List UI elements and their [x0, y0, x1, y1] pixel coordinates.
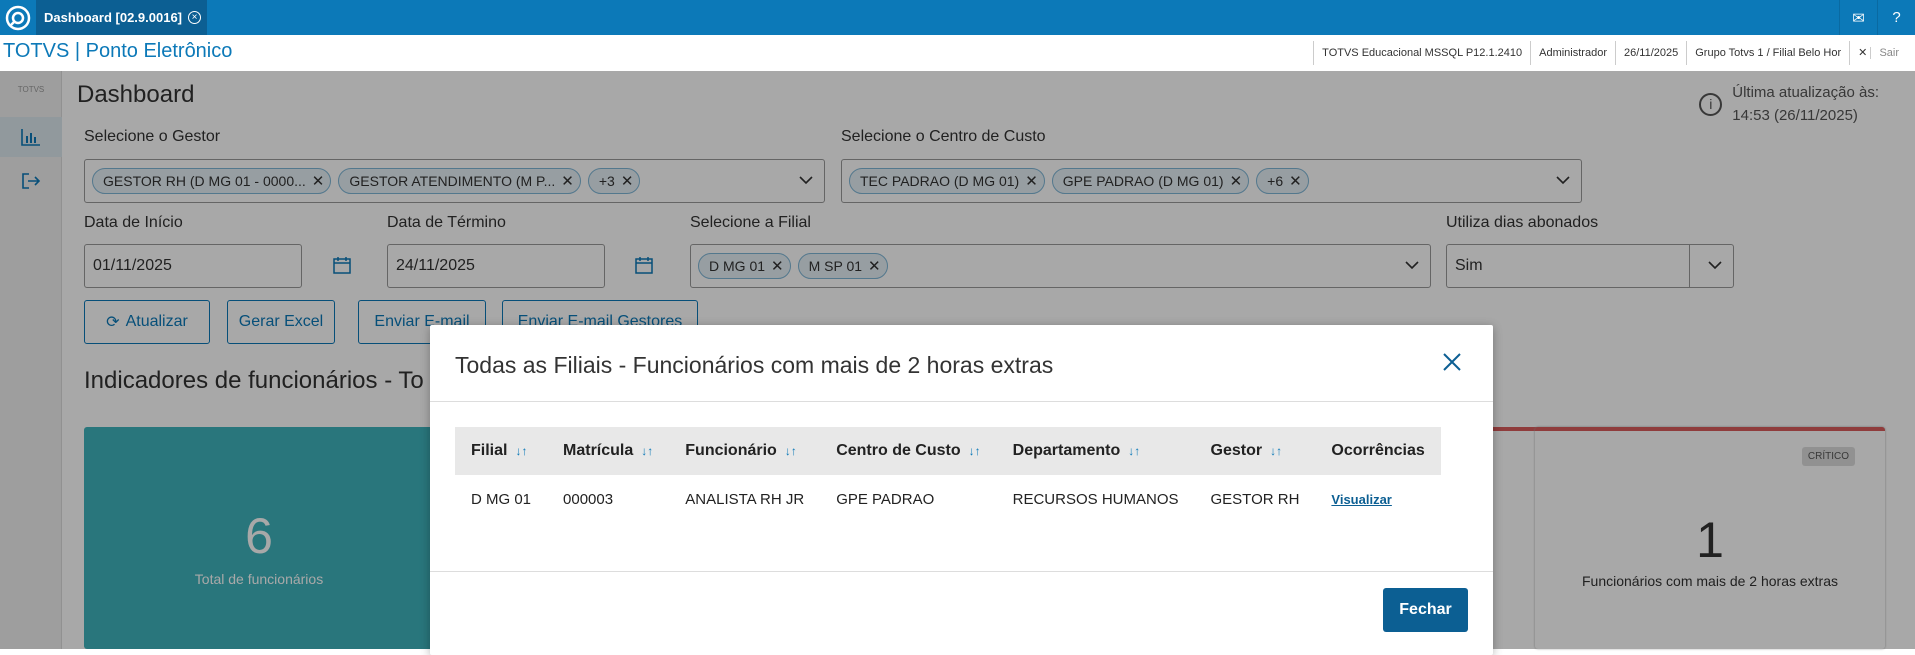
cell-funcionario: ANALISTA RH JR [685, 490, 805, 508]
sort-icon[interactable]: ↓↑ [785, 444, 797, 458]
date-label: 26/11/2025 [1614, 41, 1686, 65]
app-title: TOTVS | Ponto Eletrônico [3, 39, 233, 62]
cell-gestor: GESTOR RH [1210, 490, 1300, 508]
top-bar: Dashboard [02.9.0016] × ✉ ? [0, 0, 1915, 35]
table-row: D MG 01 000003 ANALISTA RH JR GPE PADRAO… [455, 475, 1441, 523]
column-header-funcionario[interactable]: Funcionário ↓↑ [669, 427, 821, 475]
column-header-ocorrencias: Ocorrências [1315, 427, 1441, 475]
sort-icon[interactable]: ↓↑ [1270, 444, 1282, 458]
sort-icon[interactable]: ↓↑ [969, 444, 981, 458]
cell-matricula: 000003 [563, 490, 614, 508]
column-label: Filial [471, 442, 508, 459]
column-header-filial[interactable]: Filial ↓↑ [455, 427, 548, 475]
totvs-logo-icon[interactable] [0, 0, 36, 35]
cell-ocorrencias: Visualizar [1315, 475, 1440, 523]
close-icon[interactable] [1441, 351, 1463, 373]
cell-filial: D MG 01 [471, 490, 532, 508]
sort-icon[interactable]: ↓↑ [1128, 444, 1140, 458]
column-header-matricula[interactable]: Matrícula ↓↑ [547, 427, 670, 475]
environment-label: TOTVS Educacional MSSQL P12.1.2410 [1313, 41, 1530, 65]
modal-dialog: Todas as Filiais - Funcionários com mais… [430, 325, 1493, 655]
fechar-button[interactable]: Fechar [1383, 588, 1468, 632]
sort-icon[interactable]: ↓↑ [515, 444, 527, 458]
mail-icon[interactable]: ✉ [1839, 0, 1877, 35]
logout-label: Sair [1870, 47, 1907, 59]
branch-label: Grupo Totvs 1 / Filial Belo Hor [1686, 41, 1849, 65]
modal-title: Todas as Filiais - Funcionários com mais… [455, 352, 1054, 378]
occurrences-table: Filial ↓↑ Matrícula ↓↑ Funcionário ↓↑ Centr… [455, 427, 1441, 523]
tab-label: Dashboard [02.9.0016] [44, 10, 183, 25]
user-label: Administrador [1530, 41, 1615, 65]
divider [430, 571, 1493, 572]
column-label: Matrícula [563, 442, 634, 459]
column-label: Gestor [1210, 442, 1263, 459]
visualizar-link[interactable]: Visualizar [1331, 492, 1391, 507]
column-label: Departamento [1012, 442, 1121, 459]
column-label: Funcionário [685, 442, 777, 459]
logout-button[interactable]: ✕ Sair [1849, 41, 1915, 65]
sort-icon[interactable]: ↓↑ [641, 444, 653, 458]
column-header-centro-custo[interactable]: Centro de Custo ↓↑ [820, 427, 997, 475]
table-header-row: Filial ↓↑ Matrícula ↓↑ Funcionário ↓↑ Centr… [455, 427, 1441, 475]
column-header-departamento[interactable]: Departamento ↓↑ [996, 427, 1195, 475]
cell-departamento: RECURSOS HUMANOS [1012, 490, 1179, 508]
app-header: TOTVS | Ponto Eletrônico TOTVS Educacion… [0, 35, 1915, 71]
column-label: Ocorrências [1331, 442, 1425, 459]
divider [430, 401, 1493, 402]
cell-centro-custo: GPE PADRAO [836, 490, 935, 508]
column-header-gestor[interactable]: Gestor ↓↑ [1194, 427, 1316, 475]
close-circle-icon[interactable]: × [188, 11, 202, 24]
help-icon[interactable]: ? [1877, 0, 1915, 35]
tab-dashboard[interactable]: Dashboard [02.9.0016] × [36, 0, 208, 35]
column-label: Centro de Custo [836, 442, 961, 459]
session-info: TOTVS Educacional MSSQL P12.1.2410 Admin… [1313, 40, 1915, 66]
